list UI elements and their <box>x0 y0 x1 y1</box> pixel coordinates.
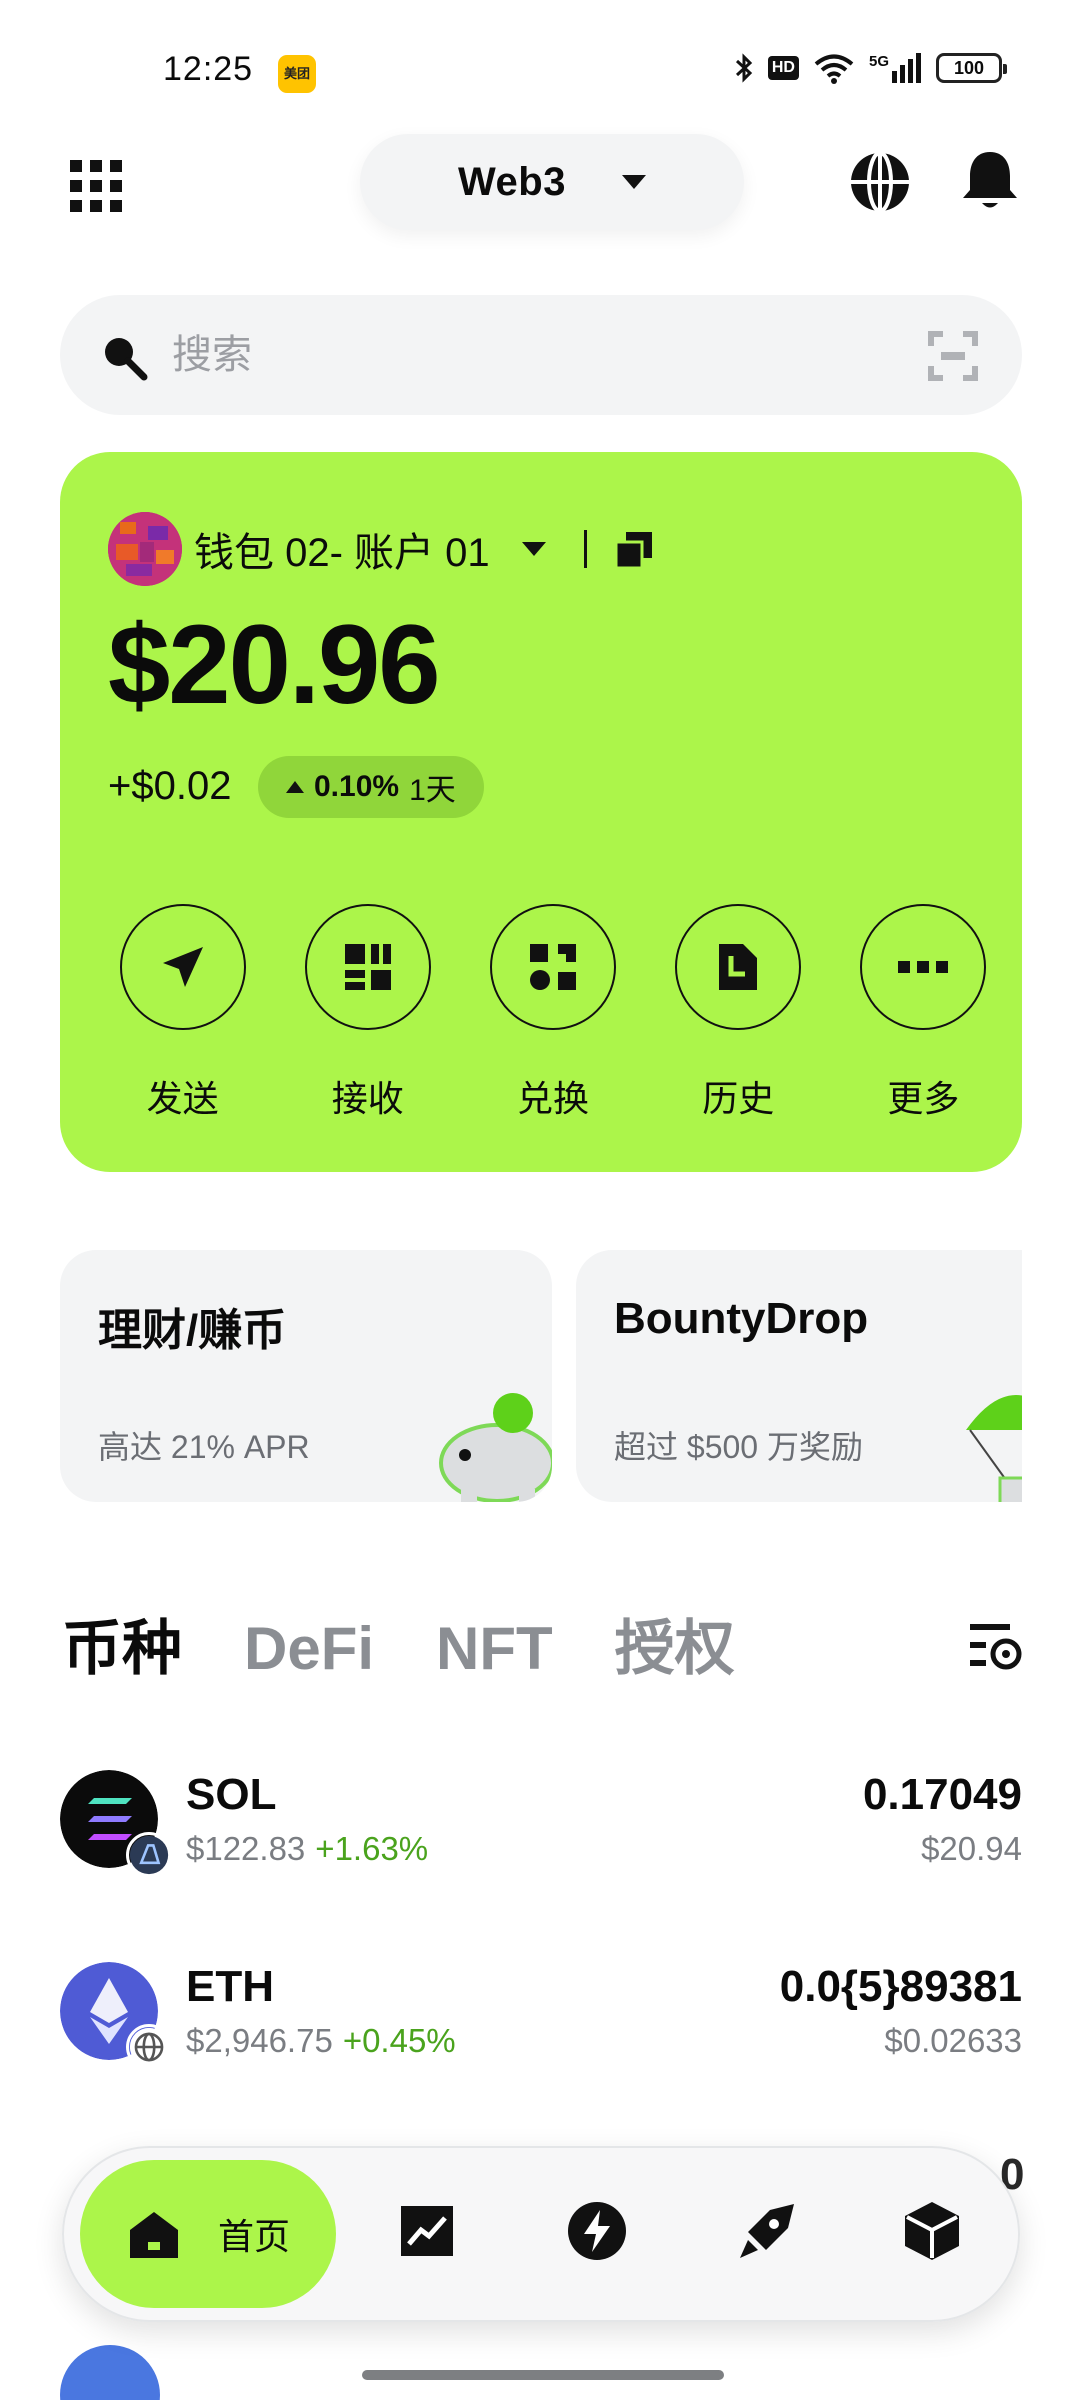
history-button[interactable]: 历史 <box>646 904 831 1122</box>
web3-cube-icon <box>905 2202 959 2260</box>
wallet-actions: 发送 接收 兑换 历史 更多 <box>90 904 1016 1122</box>
token-value: $20.94 <box>921 1830 1022 1867</box>
partial-token-logo <box>60 2345 160 2400</box>
hd-icon: HD <box>767 56 799 80</box>
status-bar: 12:25 美团 HD 5G 100 <box>0 0 1080 130</box>
promo-title: 理财/赚币 <box>98 1306 287 1355</box>
globe-icon[interactable] <box>848 150 912 214</box>
token-symbol: ETH <box>186 1962 274 2011</box>
mode-selector[interactable]: Web3 <box>360 134 744 230</box>
promo-subtitle: 高达 21% APR <box>98 1429 310 1465</box>
token-row-sol[interactable]: SOL $122.83 +1.63% 0.17049 $20.94 <box>60 1770 1022 1880</box>
top-header: Web3 <box>0 130 1080 250</box>
status-time: 12:25 <box>163 50 254 88</box>
swap-icon <box>490 904 616 1030</box>
parachute-icon <box>966 1395 1022 1502</box>
asset-tabs: 币种 DeFi NFT 授权 <box>62 1600 735 1687</box>
copy-icon[interactable] <box>614 530 654 570</box>
total-balance: $20.96 <box>108 602 441 727</box>
search-input[interactable] <box>172 325 852 385</box>
send-button[interactable]: 发送 <box>90 904 275 1122</box>
token-change: +1.63% <box>315 1830 429 1867</box>
market-chart-icon <box>401 2206 453 2256</box>
wallet-avatar[interactable] <box>108 512 182 586</box>
battery-icon: 100 <box>936 53 1007 83</box>
receive-label: 接收 <box>331 1078 404 1119</box>
discover-bolt-icon <box>568 2202 626 2260</box>
bluetooth-icon <box>735 53 753 83</box>
apps-grid-icon[interactable] <box>70 160 122 212</box>
token-price: $2,946.75 <box>186 2022 333 2059</box>
nav-home[interactable]: 首页 <box>80 2160 336 2308</box>
filter-settings-icon[interactable] <box>968 1620 1022 1670</box>
balance-change-badge[interactable]: 0.10% 1天 <box>258 756 484 818</box>
mode-label: Web3 <box>458 159 566 204</box>
nav-earn[interactable] <box>734 2198 800 2264</box>
history-label: 历史 <box>702 1078 775 1119</box>
token-change: +0.45% <box>342 2022 456 2059</box>
tab-defi[interactable]: DeFi <box>244 1614 374 1683</box>
token-price: $122.83 <box>186 1830 306 1867</box>
receive-qr-icon <box>304 904 431 1030</box>
earn-rocket-icon <box>740 2204 794 2258</box>
promo-card-earn[interactable]: 理财/赚币 高达 21% APR <box>60 1250 552 1502</box>
receive-button[interactable]: 接收 <box>275 904 460 1122</box>
wallet-card: 钱包 02- 账户 01 $20.96 +$0.02 0.10% 1天 发送 接… <box>60 452 1022 1172</box>
meituan-notification-icon: 美团 <box>278 55 316 93</box>
account-name[interactable]: 钱包 02- 账户 01 <box>194 520 490 578</box>
token-symbol: SOL <box>186 1770 277 1819</box>
status-icons: HD 5G 100 <box>734 52 1007 84</box>
home-indicator[interactable] <box>362 2370 724 2380</box>
up-arrow-icon <box>286 781 304 793</box>
change-period: 1天 <box>409 774 456 807</box>
tab-nft[interactable]: NFT <box>436 1614 553 1683</box>
nav-discover[interactable] <box>564 2198 630 2264</box>
network-type-label: 5G <box>868 53 889 70</box>
more-dots-icon <box>860 904 987 1030</box>
divider <box>584 530 587 568</box>
nav-market[interactable] <box>394 2198 460 2264</box>
token-amount: 0.0{5}89381 <box>779 1962 1022 2011</box>
token-price-line: $122.83 +1.63% <box>186 1830 428 1868</box>
search-icon <box>105 338 148 381</box>
token-row-eth[interactable]: ETH $2,946.75 +0.45% 0.0{5}89381 $0.02633 <box>60 1962 1022 2072</box>
bell-icon[interactable] <box>958 148 1022 214</box>
balance-change-amount: +$0.02 <box>108 764 232 808</box>
bottom-navigation: 首页 <box>62 2146 1020 2322</box>
search-bar[interactable] <box>60 295 1022 415</box>
tab-approvals[interactable]: 授权 <box>615 1600 735 1687</box>
chain-badge-icon <box>126 1832 172 1878</box>
swap-label: 兑换 <box>517 1078 590 1119</box>
token-amount: 0.17049 <box>862 1770 1022 1819</box>
piggy-bank-icon <box>439 1393 552 1502</box>
more-label: 更多 <box>887 1078 960 1119</box>
chain-globe-badge-icon <box>126 2024 172 2070</box>
change-percent: 0.10% <box>314 770 400 803</box>
scan-icon[interactable] <box>928 331 978 381</box>
nav-web3[interactable] <box>899 2198 965 2264</box>
token-price-line: $2,946.75 +0.45% <box>186 2022 456 2060</box>
promo-card-bountydrop[interactable]: BountyDrop 超过 $500 万奖励 <box>576 1250 1022 1502</box>
nav-home-label: 首页 <box>217 2216 290 2257</box>
promo-subtitle: 超过 $500 万奖励 <box>614 1429 863 1465</box>
tab-tokens[interactable]: 币种 <box>62 1600 182 1687</box>
send-icon <box>119 904 246 1030</box>
promo-title: BountyDrop <box>614 1294 869 1343</box>
account-chevron-down-icon[interactable] <box>522 542 546 556</box>
swap-button[interactable]: 兑换 <box>460 904 645 1122</box>
chevron-down-icon <box>621 175 646 189</box>
history-document-icon <box>675 904 802 1030</box>
send-label: 发送 <box>146 1078 219 1119</box>
signal-5g-icon: 5G <box>869 53 922 83</box>
more-button[interactable]: 更多 <box>831 904 1016 1122</box>
wifi-icon <box>814 54 854 84</box>
home-icon <box>129 2212 178 2258</box>
token-value: $0.02633 <box>884 2022 1022 2059</box>
